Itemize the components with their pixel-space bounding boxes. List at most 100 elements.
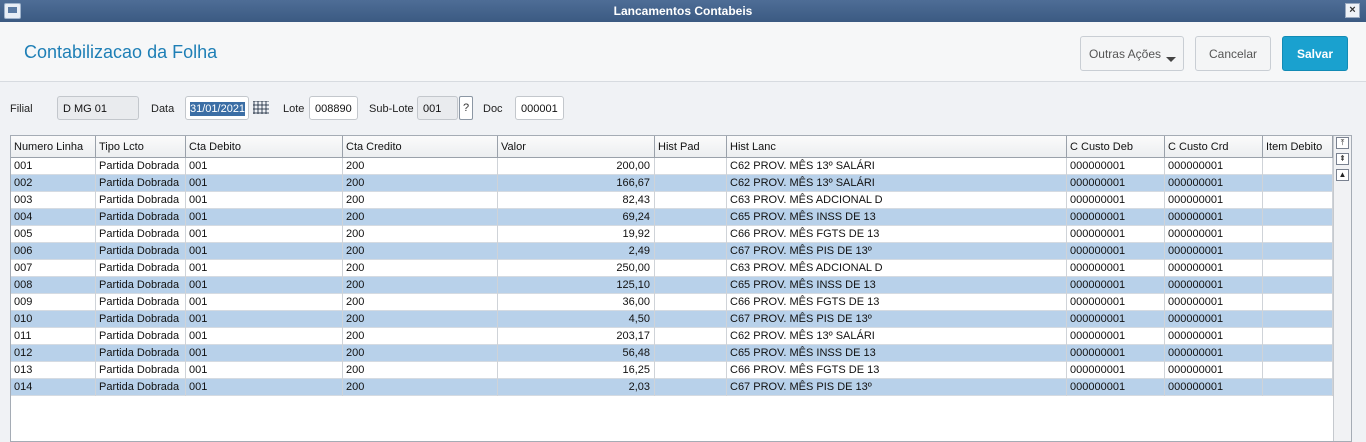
table-cell[interactable]: C63 PROV. MÊS ADCIONAL D <box>727 192 1067 209</box>
table-cell[interactable]: 200 <box>343 294 498 311</box>
table-cell[interactable] <box>1263 158 1333 175</box>
table-cell[interactable]: 200 <box>343 226 498 243</box>
table-cell[interactable]: 006 <box>11 243 96 260</box>
table-cell[interactable] <box>655 158 727 175</box>
column-header[interactable]: C Custo Deb <box>1067 136 1165 158</box>
doc-field[interactable]: 000001 <box>515 96 564 120</box>
save-button[interactable]: Salvar <box>1282 36 1348 71</box>
table-cell[interactable]: 001 <box>186 209 343 226</box>
table-cell[interactable]: 008 <box>11 277 96 294</box>
table-cell[interactable]: 125,10 <box>498 277 655 294</box>
table-cell[interactable]: 000000001 <box>1067 294 1165 311</box>
table-cell[interactable]: 012 <box>11 345 96 362</box>
table-cell[interactable]: C62 PROV. MÊS 13º SALÁRI <box>727 158 1067 175</box>
table-cell[interactable]: Partida Dobrada <box>96 158 186 175</box>
table-cell[interactable]: C62 PROV. MÊS 13º SALÁRI <box>727 328 1067 345</box>
sublote-field[interactable]: 001 <box>417 96 458 120</box>
table-cell[interactable] <box>655 226 727 243</box>
table-cell[interactable]: C66 PROV. MÊS FGTS DE 13 <box>727 362 1067 379</box>
table-cell[interactable]: Partida Dobrada <box>96 328 186 345</box>
table-cell[interactable]: Partida Dobrada <box>96 277 186 294</box>
table-row[interactable]: 013 Partida Dobrada 001 200 16,25 C66 PROV. M… <box>11 362 1333 379</box>
table-cell[interactable] <box>655 243 727 260</box>
table-cell[interactable]: 000000001 <box>1067 328 1165 345</box>
column-header[interactable]: Hist Pad <box>655 136 727 158</box>
table-cell[interactable] <box>1263 311 1333 328</box>
table-cell[interactable]: Partida Dobrada <box>96 175 186 192</box>
table-cell[interactable]: 013 <box>11 362 96 379</box>
table-cell[interactable]: 2,03 <box>498 379 655 396</box>
table-cell[interactable]: C67 PROV. MÊS PIS DE 13º <box>727 311 1067 328</box>
table-cell[interactable]: 000000001 <box>1067 158 1165 175</box>
table-row[interactable]: 006 Partida Dobrada 001 200 2,49 C67 PROV. MÊ… <box>11 243 1333 260</box>
table-cell[interactable]: Partida Dobrada <box>96 379 186 396</box>
table-cell[interactable]: 200 <box>343 362 498 379</box>
table-cell[interactable]: 001 <box>186 260 343 277</box>
table-cell[interactable]: 000000001 <box>1067 209 1165 226</box>
column-header[interactable]: Cta Debito <box>186 136 343 158</box>
table-cell[interactable] <box>1263 277 1333 294</box>
table-cell[interactable] <box>1263 260 1333 277</box>
table-row[interactable]: 001 Partida Dobrada 001 200 200,00 C62 PROV. … <box>11 158 1333 175</box>
table-cell[interactable]: 011 <box>11 328 96 345</box>
table-cell[interactable] <box>655 311 727 328</box>
table-cell[interactable]: 003 <box>11 192 96 209</box>
table-cell[interactable]: 000000001 <box>1165 175 1263 192</box>
table-cell[interactable]: 000000001 <box>1067 379 1165 396</box>
help-button[interactable]: ? <box>459 96 473 120</box>
table-cell[interactable] <box>1263 379 1333 396</box>
table-cell[interactable]: 000000001 <box>1067 243 1165 260</box>
table-cell[interactable] <box>1263 243 1333 260</box>
table-cell[interactable]: C67 PROV. MÊS PIS DE 13º <box>727 379 1067 396</box>
table-cell[interactable]: C65 PROV. MÊS INSS DE 13 <box>727 345 1067 362</box>
scroll-top-icon[interactable]: ⤒ <box>1336 137 1349 149</box>
table-cell[interactable]: Partida Dobrada <box>96 209 186 226</box>
table-row[interactable]: 014 Partida Dobrada 001 200 2,03 C67 PROV. MÊ… <box>11 379 1333 396</box>
table-cell[interactable]: 000000001 <box>1067 226 1165 243</box>
table-cell[interactable]: 200 <box>343 260 498 277</box>
table-cell[interactable]: 010 <box>11 311 96 328</box>
calendar-icon[interactable] <box>253 101 269 114</box>
table-cell[interactable] <box>1263 328 1333 345</box>
table-cell[interactable]: 000000001 <box>1165 277 1263 294</box>
table-cell[interactable]: 250,00 <box>498 260 655 277</box>
table-cell[interactable]: Partida Dobrada <box>96 345 186 362</box>
table-cell[interactable]: 000000001 <box>1165 226 1263 243</box>
table-cell[interactable]: 000000001 <box>1165 260 1263 277</box>
table-cell[interactable]: C66 PROV. MÊS FGTS DE 13 <box>727 226 1067 243</box>
table-cell[interactable]: Partida Dobrada <box>96 260 186 277</box>
table-cell[interactable] <box>655 379 727 396</box>
table-cell[interactable] <box>655 175 727 192</box>
table-cell[interactable]: 000000001 <box>1165 362 1263 379</box>
column-header[interactable]: Cta Credito <box>343 136 498 158</box>
table-cell[interactable]: C67 PROV. MÊS PIS DE 13º <box>727 243 1067 260</box>
table-cell[interactable]: 200 <box>343 379 498 396</box>
column-header[interactable]: Valor <box>498 136 655 158</box>
table-cell[interactable] <box>655 328 727 345</box>
table-cell[interactable]: Partida Dobrada <box>96 226 186 243</box>
table-cell[interactable]: 000000001 <box>1067 277 1165 294</box>
table-cell[interactable]: 001 <box>186 294 343 311</box>
table-cell[interactable]: 000000001 <box>1165 294 1263 311</box>
table-row[interactable]: 008 Partida Dobrada 001 200 125,10 C65 PROV. … <box>11 277 1333 294</box>
close-icon[interactable]: × <box>1345 3 1360 18</box>
outras-acoes-button[interactable]: Outras Ações <box>1080 36 1184 71</box>
table-cell[interactable]: 000000001 <box>1165 311 1263 328</box>
table-cell[interactable]: Partida Dobrada <box>96 243 186 260</box>
table-cell[interactable]: 69,24 <box>498 209 655 226</box>
table-cell[interactable]: 200 <box>343 328 498 345</box>
table-cell[interactable]: 001 <box>186 328 343 345</box>
table-cell[interactable]: 200 <box>343 209 498 226</box>
table-cell[interactable]: 200,00 <box>498 158 655 175</box>
data-field[interactable]: 31/01/2021 <box>185 96 249 120</box>
table-cell[interactable]: 16,25 <box>498 362 655 379</box>
lote-field[interactable]: 008890 <box>309 96 358 120</box>
table-cell[interactable] <box>1263 175 1333 192</box>
table-cell[interactable]: 009 <box>11 294 96 311</box>
table-cell[interactable]: 005 <box>11 226 96 243</box>
table-cell[interactable] <box>655 345 727 362</box>
column-header[interactable]: Tipo Lcto <box>96 136 186 158</box>
column-header[interactable]: Numero Linha <box>11 136 96 158</box>
table-cell[interactable]: 000000001 <box>1067 362 1165 379</box>
table-cell[interactable]: 36,00 <box>498 294 655 311</box>
